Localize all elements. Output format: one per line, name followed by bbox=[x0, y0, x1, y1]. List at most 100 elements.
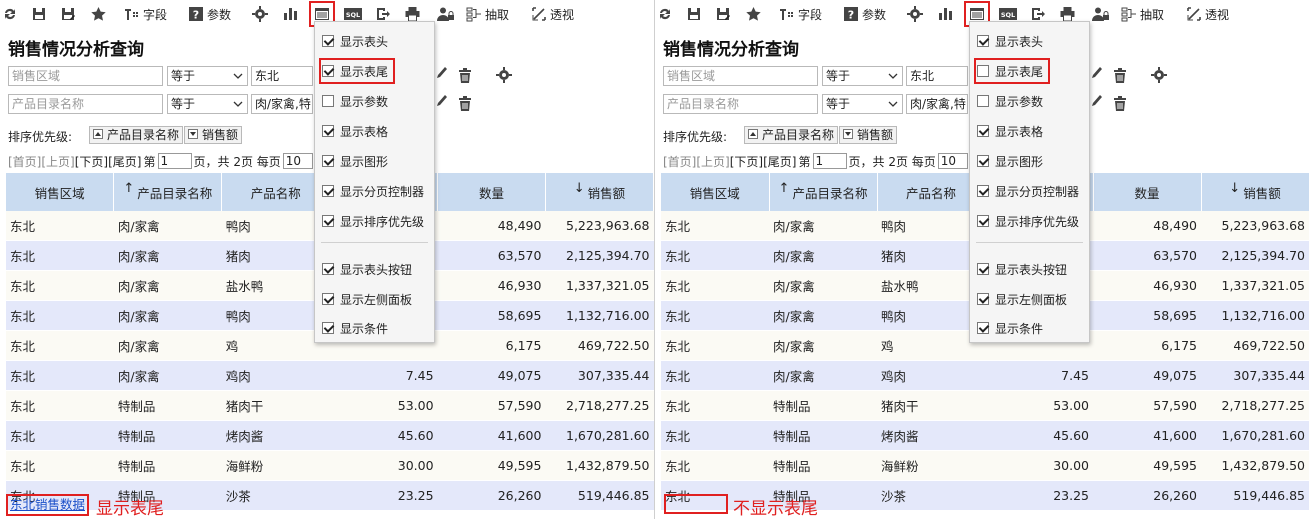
filter-value-input-1[interactable]: 东北 bbox=[251, 66, 313, 86]
filter-operator-select-1[interactable]: 等于 bbox=[167, 66, 248, 86]
filter-value-input-2[interactable]: 肉/家禽,特 bbox=[906, 94, 968, 114]
filter-field-input-1[interactable]: 销售区域 bbox=[8, 66, 163, 86]
param-button[interactable]: ? 参数 bbox=[188, 3, 231, 25]
pager-per-page-input[interactable]: 10 bbox=[937, 153, 968, 169]
footer-link[interactable]: 东北销售数据 bbox=[6, 494, 90, 516]
filter-field-input-1[interactable]: 销售区域 bbox=[663, 66, 818, 86]
menu-item[interactable]: 显示分页控制器 bbox=[322, 181, 424, 201]
pager-first[interactable]: [首页] bbox=[8, 153, 41, 170]
filter-operator-select-2[interactable]: 等于 bbox=[822, 94, 903, 114]
edit-icon[interactable] bbox=[436, 94, 448, 108]
checkbox-checked-icon[interactable] bbox=[322, 293, 334, 305]
sort-chip-sales[interactable]: 销售额 bbox=[184, 126, 243, 144]
menu-item[interactable]: 显示分页控制器 bbox=[977, 181, 1079, 201]
user-lock-button[interactable] bbox=[1092, 3, 1110, 25]
chart-button[interactable] bbox=[937, 3, 953, 25]
sort-chip-category[interactable]: 产品目录名称 bbox=[744, 126, 839, 144]
refresh-button[interactable] bbox=[657, 3, 673, 25]
save-as-button[interactable] bbox=[60, 3, 76, 25]
edit-icon[interactable] bbox=[436, 66, 448, 80]
menu-item[interactable]: 显示左侧面板 bbox=[322, 289, 412, 309]
checkbox-unchecked-icon[interactable] bbox=[977, 95, 989, 107]
menu-item[interactable]: 显示参数 bbox=[322, 91, 388, 111]
menu-item[interactable]: 显示表尾 bbox=[318, 58, 396, 84]
gear-icon[interactable] bbox=[496, 67, 512, 83]
menu-item[interactable]: 显示条件 bbox=[322, 318, 388, 338]
menu-item[interactable]: 显示表格 bbox=[977, 121, 1043, 141]
menu-item[interactable]: 显示排序优先级 bbox=[322, 211, 424, 231]
favorite-button[interactable] bbox=[745, 3, 762, 25]
refresh-button[interactable] bbox=[2, 3, 18, 25]
edit-icon[interactable] bbox=[1091, 94, 1103, 108]
menu-item[interactable]: 显示条件 bbox=[977, 318, 1043, 338]
checkbox-checked-icon[interactable] bbox=[977, 125, 989, 137]
filter-operator-select-2[interactable]: 等于 bbox=[167, 94, 248, 114]
filter-value-input-1[interactable]: 东北 bbox=[906, 66, 968, 86]
checkbox-unchecked-icon[interactable] bbox=[977, 65, 989, 77]
header-quantity[interactable]: 数量 bbox=[1093, 173, 1202, 211]
pager-prev[interactable]: [上页] bbox=[41, 153, 74, 170]
menu-item[interactable]: 显示表格 bbox=[322, 121, 388, 141]
header-region[interactable]: 销售区域 bbox=[661, 173, 770, 211]
pager-last[interactable]: [尾页] bbox=[108, 153, 141, 170]
extract-button[interactable]: 抽取 bbox=[466, 3, 509, 25]
checkbox-checked-icon[interactable] bbox=[322, 263, 334, 275]
checkbox-checked-icon[interactable] bbox=[977, 35, 989, 47]
gear-icon[interactable] bbox=[1151, 67, 1167, 83]
header-sales[interactable]: ↓ 销售额 bbox=[545, 173, 654, 211]
menu-item[interactable]: 显示图形 bbox=[322, 151, 388, 171]
favorite-button[interactable] bbox=[90, 3, 107, 25]
checkbox-checked-icon[interactable] bbox=[977, 215, 989, 227]
checkbox-checked-icon[interactable] bbox=[977, 263, 989, 275]
header-category[interactable]: ↑ 产品目录名称 bbox=[769, 173, 878, 211]
settings-button[interactable] bbox=[252, 3, 268, 25]
field-button[interactable]: 字段 bbox=[779, 3, 822, 25]
checkbox-checked-icon[interactable] bbox=[322, 65, 334, 77]
pager-first[interactable]: [首页] bbox=[663, 153, 696, 170]
menu-item[interactable]: 显示表头 bbox=[977, 31, 1043, 51]
header-region[interactable]: 销售区域 bbox=[6, 173, 115, 211]
header-category[interactable]: ↑ 产品目录名称 bbox=[113, 173, 223, 211]
user-lock-button[interactable] bbox=[437, 3, 455, 25]
pager-prev[interactable]: [上页] bbox=[696, 153, 729, 170]
checkbox-checked-icon[interactable] bbox=[322, 185, 334, 197]
pivot-button[interactable]: 透视 bbox=[531, 3, 574, 25]
pager-next[interactable]: [下页] bbox=[730, 153, 763, 170]
checkbox-checked-icon[interactable] bbox=[322, 215, 334, 227]
menu-item[interactable]: 显示表头按钮 bbox=[322, 259, 412, 279]
pager-per-page-input[interactable]: 10 bbox=[282, 153, 313, 169]
menu-item[interactable]: 显示参数 bbox=[977, 91, 1043, 111]
delete-icon[interactable] bbox=[1113, 68, 1127, 84]
header-quantity[interactable]: 数量 bbox=[437, 173, 546, 211]
checkbox-checked-icon[interactable] bbox=[322, 125, 334, 137]
pager-page-input[interactable]: 1 bbox=[812, 153, 847, 169]
delete-icon[interactable] bbox=[458, 68, 472, 84]
edit-icon[interactable] bbox=[1091, 66, 1103, 80]
filter-field-input-2[interactable]: 产品目录名称 bbox=[663, 94, 818, 114]
save-button[interactable] bbox=[31, 3, 47, 25]
menu-item[interactable]: 显示图形 bbox=[977, 151, 1043, 171]
menu-item[interactable]: 显示表头按钮 bbox=[977, 259, 1067, 279]
checkbox-unchecked-icon[interactable] bbox=[322, 95, 334, 107]
checkbox-checked-icon[interactable] bbox=[977, 185, 989, 197]
menu-item[interactable]: 显示排序优先级 bbox=[977, 211, 1079, 231]
save-button[interactable] bbox=[686, 3, 702, 25]
param-button[interactable]: ? 参数 bbox=[843, 3, 886, 25]
checkbox-checked-icon[interactable] bbox=[977, 293, 989, 305]
sort-chip-category[interactable]: 产品目录名称 bbox=[89, 126, 184, 144]
menu-item[interactable]: 显示左侧面板 bbox=[977, 289, 1067, 309]
pager-last[interactable]: [尾页] bbox=[763, 153, 796, 170]
menu-item[interactable]: 显示表尾 bbox=[973, 58, 1051, 84]
checkbox-checked-icon[interactable] bbox=[322, 322, 334, 334]
pager-next[interactable]: [下页] bbox=[75, 153, 108, 170]
header-sales[interactable]: ↓ 销售额 bbox=[1201, 173, 1310, 211]
settings-button[interactable] bbox=[907, 3, 923, 25]
chart-button[interactable] bbox=[282, 3, 298, 25]
pager-page-input[interactable]: 1 bbox=[157, 153, 192, 169]
checkbox-checked-icon[interactable] bbox=[322, 35, 334, 47]
filter-field-input-2[interactable]: 产品目录名称 bbox=[8, 94, 163, 114]
delete-icon[interactable] bbox=[1113, 96, 1127, 112]
filter-value-input-2[interactable]: 肉/家禽,特 bbox=[251, 94, 313, 114]
menu-item[interactable]: 显示表头 bbox=[322, 31, 388, 51]
filter-operator-select-1[interactable]: 等于 bbox=[822, 66, 903, 86]
